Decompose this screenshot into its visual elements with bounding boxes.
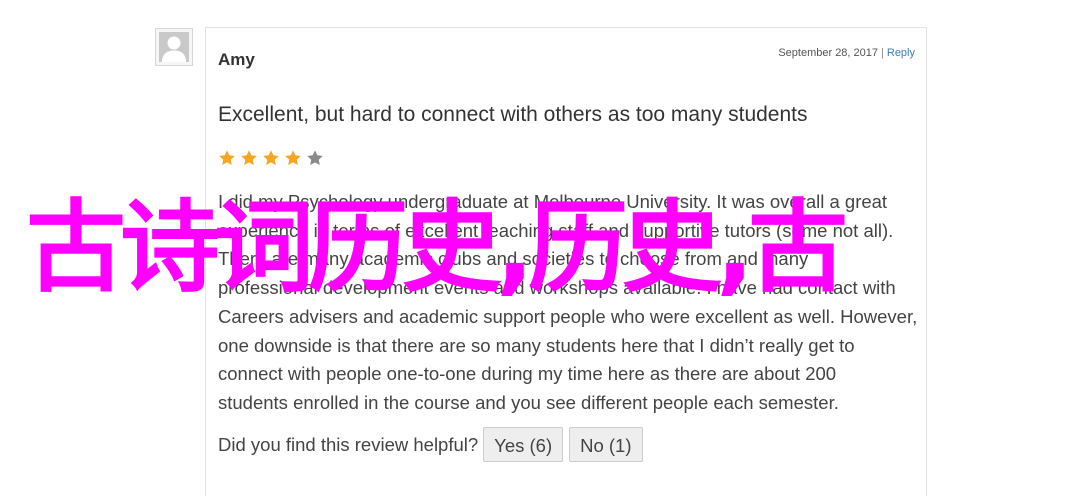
- review-body-line: connect with people one-to-one during my…: [218, 363, 837, 385]
- review-title: Excellent, but hard to connect with othe…: [218, 103, 808, 126]
- review-body-line: Careers advisers and academic support pe…: [218, 305, 918, 327]
- review-page: Amy September 28, 2017 | Reply Excellent, …: [0, 0, 1080, 496]
- avatar: [155, 28, 193, 66]
- no-vote-button[interactable]: No (1): [569, 427, 643, 462]
- star-filled-icon: [219, 150, 235, 166]
- review-author: Amy: [218, 50, 255, 69]
- review-body-line: one downside is that there are so many s…: [218, 334, 855, 356]
- review-date: September 28, 2017: [778, 47, 879, 59]
- star-empty-icon: [307, 150, 323, 166]
- review-meta: September 28, 2017 | Reply: [778, 47, 915, 59]
- meta-separator: |: [881, 47, 884, 59]
- helpful-section: Did you find this review helpful? Yes (6…: [218, 427, 649, 462]
- default-user-icon: [159, 32, 189, 62]
- reply-link[interactable]: Reply: [887, 47, 915, 59]
- review-body-line: students enrolled in the course and you …: [218, 391, 839, 413]
- yes-vote-button[interactable]: Yes (6): [483, 427, 564, 462]
- star-filled-icon: [241, 150, 257, 166]
- star-filled-icon: [285, 150, 301, 166]
- overlay-watermark-text: 古诗词历史,历史,古: [26, 189, 848, 306]
- star-filled-icon: [263, 150, 279, 166]
- helpful-question: Did you find this review helpful?: [218, 433, 479, 455]
- star-rating: [218, 149, 324, 167]
